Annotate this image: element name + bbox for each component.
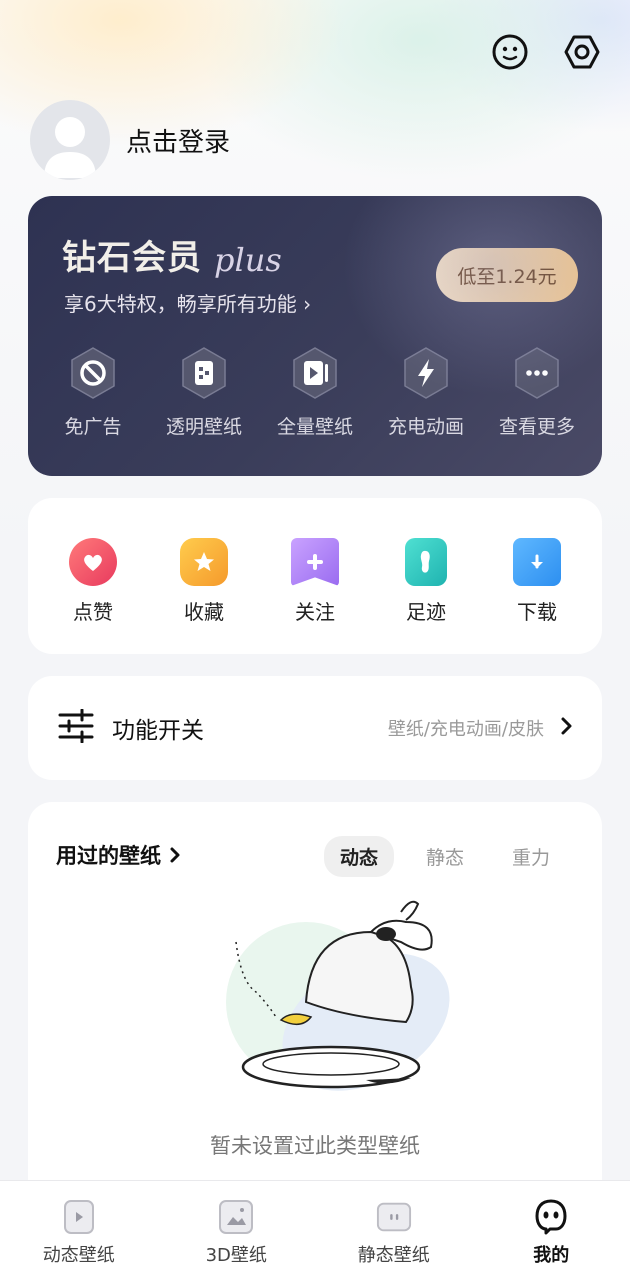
tab-dynamic-wallpaper[interactable]: 动态壁纸: [4, 1181, 154, 1280]
chevron-right-icon: [169, 846, 181, 864]
vip-title: 钻石会员 plus: [62, 230, 282, 279]
tab-label: 静态壁纸: [357, 1245, 430, 1266]
more-dots-icon: [510, 346, 564, 400]
tab-label: 3D壁纸: [205, 1245, 267, 1266]
perk-label: 查看更多: [498, 416, 575, 438]
vip-title-script: plus: [214, 241, 282, 279]
quick-label: 足迹: [406, 600, 446, 624]
used-wallpapers-title: 用过的壁纸: [56, 844, 161, 868]
vip-price-button[interactable]: 低至1.24元: [436, 248, 578, 302]
perk-label: 透明壁纸: [165, 416, 242, 438]
perk-all-wallpapers[interactable]: 全量壁纸: [260, 346, 370, 439]
static-image-icon: [376, 1199, 412, 1235]
quick-footprint[interactable]: 足迹: [371, 498, 481, 654]
avatar[interactable]: [30, 100, 110, 180]
heart-icon: [69, 538, 117, 586]
perk-label: 全量壁纸: [276, 416, 353, 438]
top-actions: [490, 32, 602, 72]
used-wallpapers-header[interactable]: 用过的壁纸: [56, 840, 181, 870]
no-ads-icon: [66, 346, 120, 400]
quick-label: 点赞: [73, 600, 113, 624]
transparent-wallpaper-icon: [177, 346, 231, 400]
vip-subtitle-link[interactable]: 享6大特权，畅享所有功能 ›: [64, 288, 311, 317]
used-wallpapers-card: 用过的壁纸 动态 静态 重力 暂未设置过此类型壁纸: [28, 802, 602, 1222]
function-switch-subtitle: 壁纸/充电动画/皮肤: [387, 719, 544, 740]
wallpaper-type-tabs: 动态 静态 重力: [323, 836, 566, 877]
download-folder-icon: [513, 538, 561, 586]
plus-bookmark-icon: [291, 538, 339, 586]
perk-more[interactable]: 查看更多: [482, 346, 592, 439]
empty-state-illustration: [226, 900, 450, 1091]
tab-label: 我的: [533, 1245, 570, 1266]
chevron-right-icon: [560, 716, 574, 740]
quick-label: 收藏: [184, 600, 224, 624]
tab-label: 动态壁纸: [42, 1245, 115, 1266]
empty-state-text: 暂未设置过此类型壁纸: [210, 1134, 420, 1158]
quick-label: 关注: [295, 600, 335, 624]
quick-favorite[interactable]: 收藏: [149, 498, 259, 654]
login-link[interactable]: 点击登录: [126, 122, 230, 159]
quick-follow[interactable]: 关注: [260, 498, 370, 654]
vip-card[interactable]: 钻石会员 plus 享6大特权，畅享所有功能 › 低至1.24元 免广告 透明壁…: [28, 196, 602, 476]
vip-title-text: 钻石会员: [62, 238, 202, 278]
charging-bolt-icon: [399, 346, 453, 400]
function-switch-title: 功能开关: [112, 718, 204, 744]
footprint-icon: [405, 538, 447, 586]
profile-section[interactable]: 点击登录: [30, 100, 230, 180]
3d-image-icon: [218, 1199, 254, 1235]
quick-like[interactable]: 点赞: [38, 498, 148, 654]
play-card-icon: [61, 1199, 97, 1235]
bottom-tab-bar: 动态壁纸 3D壁纸 静态壁纸 我的: [0, 1180, 630, 1280]
ghost-face-icon: [533, 1199, 569, 1235]
tab-dynamic[interactable]: 动态: [323, 836, 394, 877]
quick-download[interactable]: 下载: [482, 498, 592, 654]
tab-mine[interactable]: 我的: [476, 1181, 626, 1280]
function-switch-row[interactable]: 功能开关 壁纸/充电动画/皮肤: [28, 676, 602, 780]
perk-charging-animation[interactable]: 充电动画: [371, 346, 481, 439]
quick-actions-card: 点赞 收藏 关注 足迹 下载: [28, 498, 602, 654]
quick-label: 下载: [517, 600, 557, 624]
tab-static-wallpaper[interactable]: 静态壁纸: [319, 1181, 469, 1280]
perk-transparent-wallpaper[interactable]: 透明壁纸: [149, 346, 259, 439]
star-icon: [180, 538, 228, 586]
sliders-icon: [58, 708, 94, 747]
tab-3d-wallpaper[interactable]: 3D壁纸: [161, 1181, 311, 1280]
tab-static[interactable]: 静态: [410, 836, 480, 877]
tab-gravity[interactable]: 重力: [496, 836, 566, 877]
perk-label: 免广告: [64, 416, 122, 438]
settings-hexagon-icon[interactable]: [562, 32, 602, 72]
all-wallpapers-icon: [288, 346, 342, 400]
vip-perks: 免广告 透明壁纸 全量壁纸 充电动画 查看更多: [38, 346, 592, 439]
perk-no-ads[interactable]: 免广告: [38, 346, 148, 439]
smiley-face-icon[interactable]: [490, 32, 530, 72]
perk-label: 充电动画: [387, 416, 464, 438]
